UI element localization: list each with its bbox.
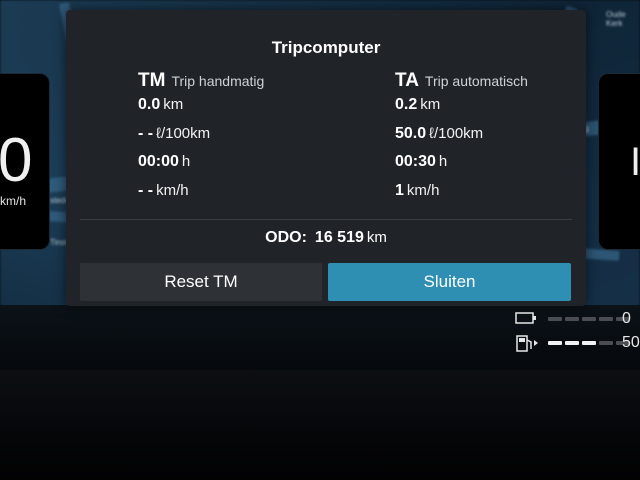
dialog-title: Tripcomputer (271, 38, 381, 57)
trip-unit: ℓ/100km (156, 124, 211, 142)
trip-unit: km/h (156, 181, 189, 199)
trip-value: 00:30 (395, 153, 436, 170)
map-label: Oude Kerk (606, 10, 626, 28)
trip-unit: km/h (406, 181, 440, 199)
speed-value: 0 (0, 126, 33, 195)
trip-header: TM Trip handmatig (138, 70, 264, 96)
trip-value: 1 (395, 181, 404, 199)
odometer: ODO: 16 519 km (66, 229, 586, 247)
trip-unit: ℓ/100km (429, 124, 484, 142)
trip-average-speed: 1 km/h (395, 182, 528, 211)
fuel-level-segment (548, 341, 562, 345)
reset-tm-button[interactable]: Reset TM (80, 263, 322, 301)
trip-code: TM (138, 70, 166, 91)
fuel-pump-icon (516, 335, 538, 352)
trip-value: 00:00 (138, 153, 179, 170)
battery-level-segment (565, 317, 579, 321)
trip-manual-column: TM Trip handmatig 0.0 km - - ℓ/100km 00:00 h… (138, 70, 264, 210)
trip-code: TA (395, 70, 419, 91)
fuel-level-segment (582, 341, 596, 345)
divider (80, 219, 572, 220)
trip-unit: h (438, 153, 448, 170)
trip-distance: 0.2 km (395, 96, 528, 125)
trip-value: 50.0 (395, 124, 427, 142)
odometer-value: 16 519 (314, 229, 364, 246)
battery-icon (515, 312, 536, 324)
tripcomputer-dialog: Tripcomputer TM Trip handmatig 0.0 km - -ℓ… (66, 10, 586, 306)
trip-distance: 0.0 km (138, 96, 264, 125)
trip-average-speed: - - km/h (138, 182, 264, 211)
trip-unit: km (163, 96, 184, 113)
battery-value: 0 (622, 310, 631, 327)
odometer-unit: km (366, 229, 387, 246)
trip-value: 0.2 (395, 96, 418, 113)
fuel-value: 50 (622, 334, 640, 351)
trip-value: - - (138, 124, 154, 142)
trip-consumption: - - ℓ/100km (138, 125, 264, 154)
trip-value: 0.0 (138, 96, 161, 113)
trip-duration: 00:00 h (138, 153, 264, 182)
battery-level-segment (548, 317, 562, 321)
trip-automatic-column: TA Trip automatisch 0.2 km 50.0 ℓ/100km 00:… (395, 70, 528, 210)
fuel-level-segment (599, 341, 613, 345)
battery-level-segment (582, 317, 596, 321)
trip-duration: 00:30 h (395, 153, 528, 182)
trip-name: Trip automatisch (424, 73, 528, 89)
trip-unit: km (420, 96, 441, 113)
trip-consumption: 50.0 ℓ/100km (395, 125, 528, 154)
speed-unit: km/h (0, 194, 27, 208)
dashboard-bezel (0, 370, 640, 480)
right-gauge-value: I (630, 140, 640, 184)
fuel-level-segment (565, 341, 579, 345)
close-button[interactable]: Sluiten (328, 263, 571, 301)
trip-unit: h (181, 153, 191, 170)
battery-level-segment (599, 317, 613, 321)
trip-header: TA Trip automatisch (395, 70, 528, 96)
trip-value: - - (138, 181, 154, 199)
trip-name: Trip handmatig (171, 73, 265, 89)
odometer-label: ODO: (265, 229, 307, 246)
